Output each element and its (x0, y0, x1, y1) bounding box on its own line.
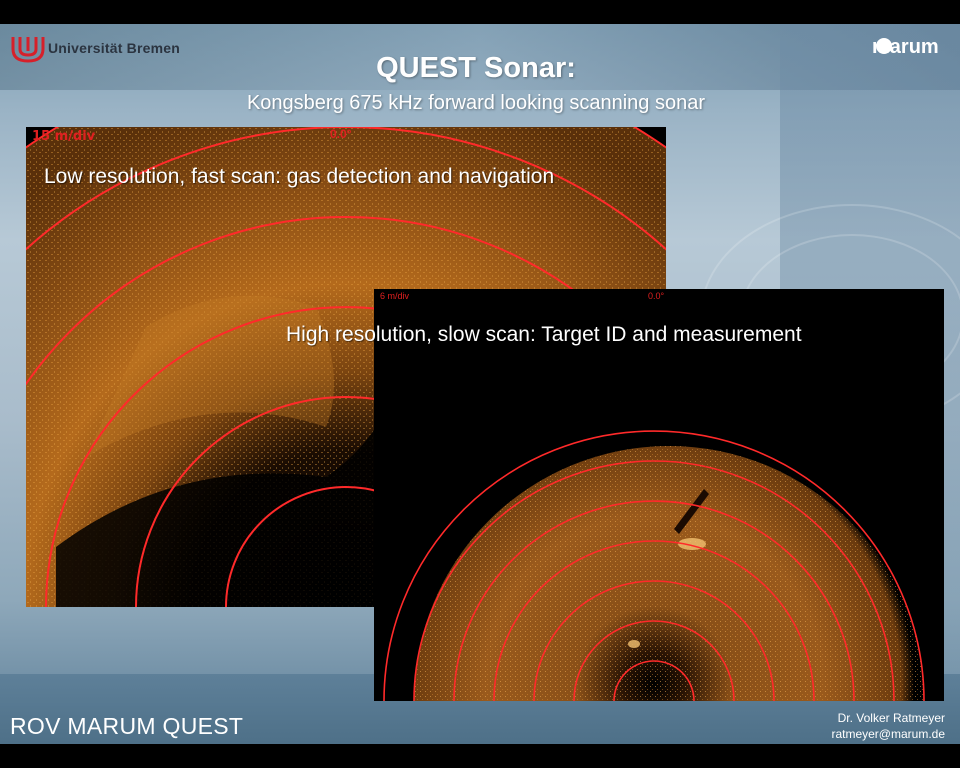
high-resolution-sonar-image: 6 m/div 0.0° (374, 289, 944, 701)
high-res-angle-label: 0.0° (648, 291, 665, 301)
slide-subtitle: Kongsberg 675 kHz forward looking scanni… (246, 92, 706, 114)
footer-title: ROV MARUM QUEST (10, 713, 244, 739)
low-res-scale-label: 15 m/div (32, 129, 96, 144)
slide-title: QUEST Sonar: (376, 52, 576, 84)
author-email: ratmeyer@marum.de (831, 727, 945, 741)
low-res-caption: Low resolution, fast scan: gas detection… (44, 165, 555, 188)
high-res-scale-label: 6 m/div (380, 291, 410, 301)
author-name: Dr. Volker Ratmeyer (837, 711, 945, 725)
high-res-sonar-scan (374, 289, 944, 701)
high-res-caption: High resolution, slow scan: Target ID an… (286, 323, 802, 346)
low-res-angle-label: 0.0° (330, 127, 352, 141)
slide: Universität Bremen marum QUEST Sonar: Ko… (0, 24, 960, 744)
author-info: Dr. Volker Ratmeyer ratmeyer@marum.de (820, 710, 945, 742)
